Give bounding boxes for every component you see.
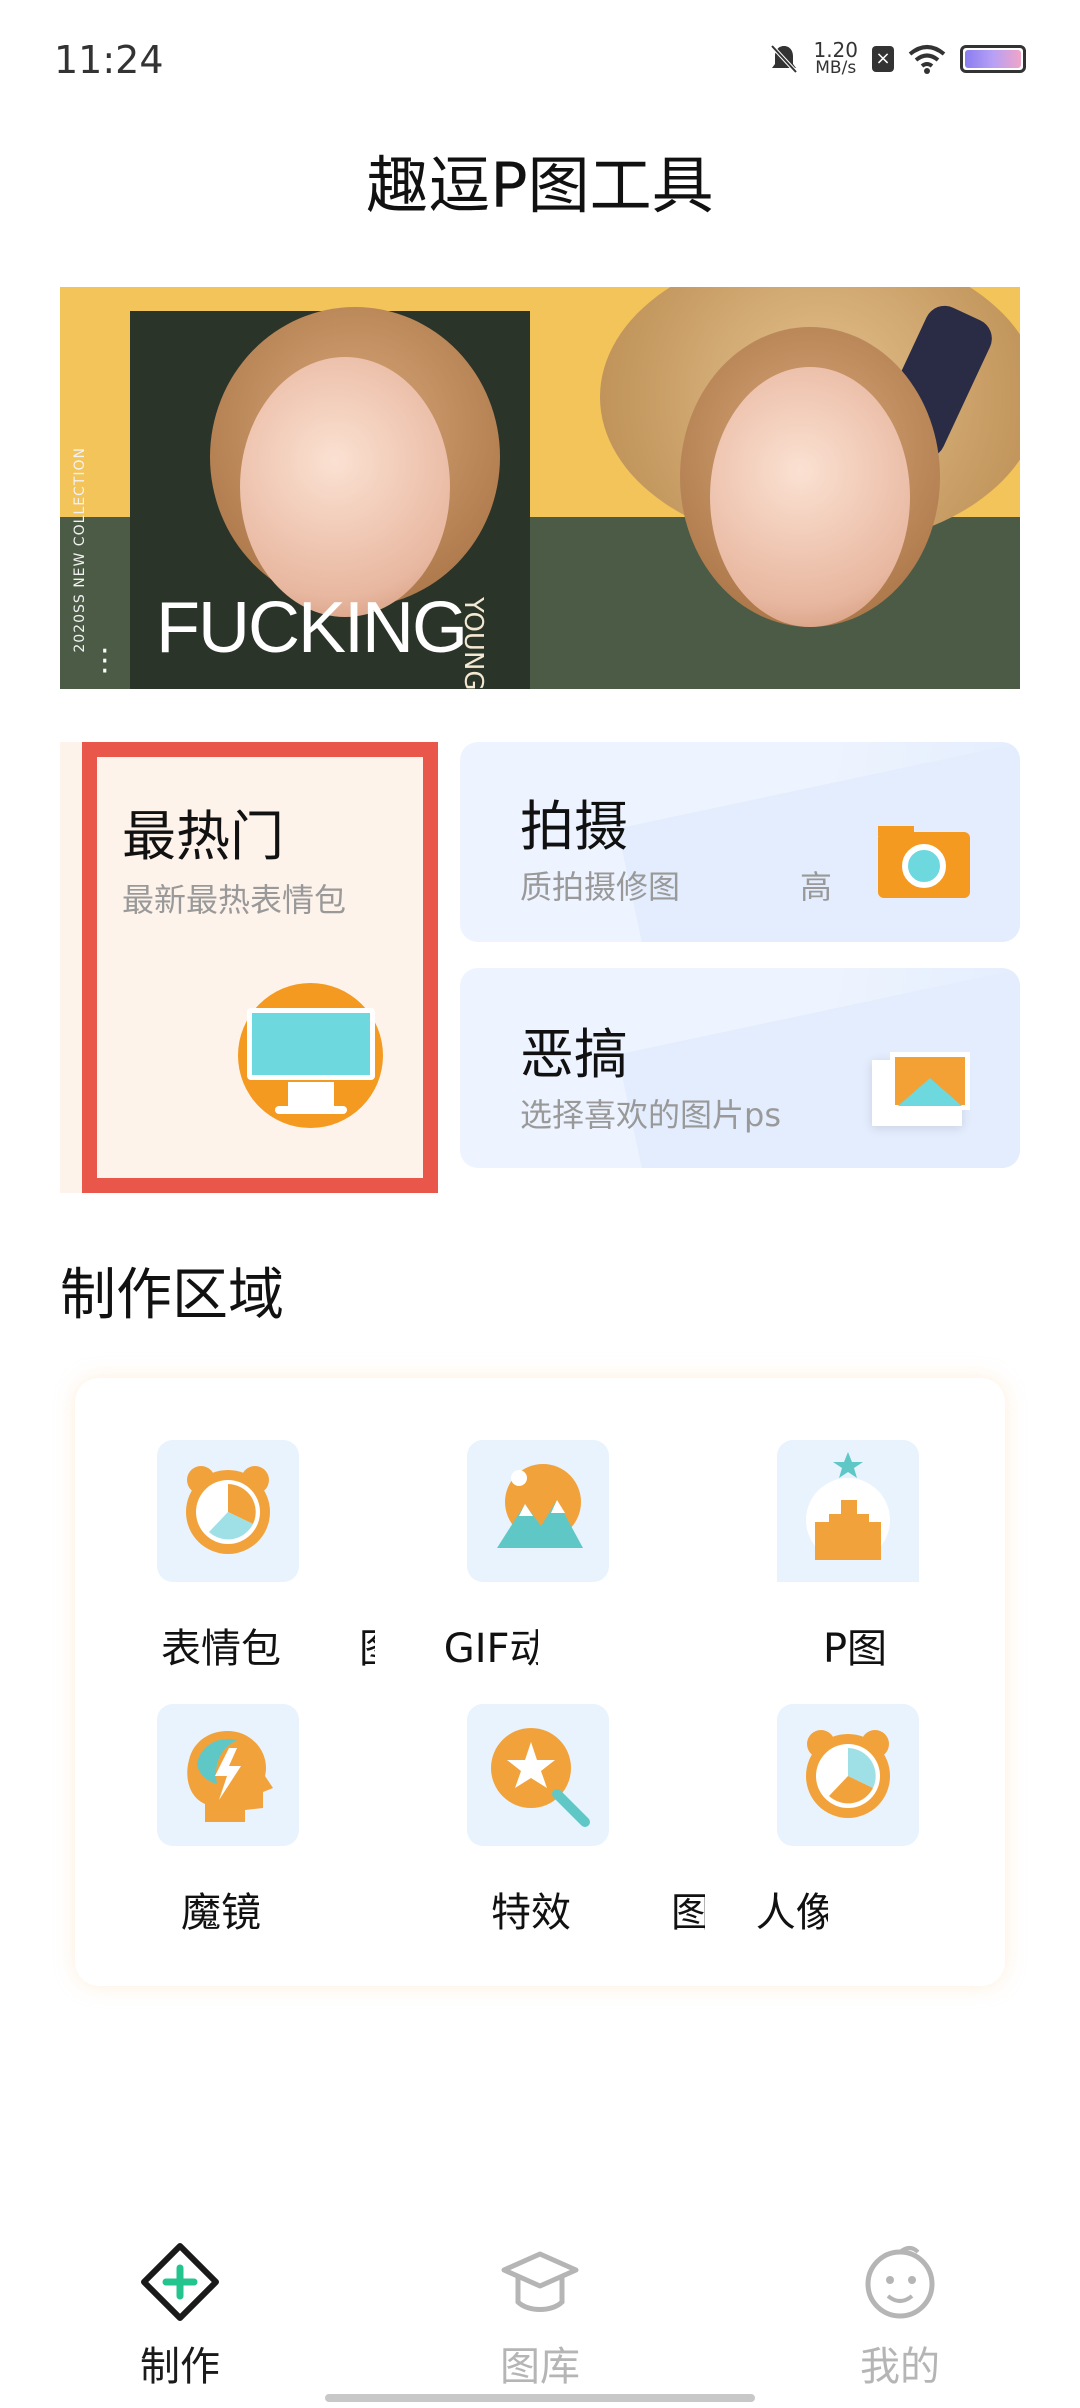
banner-collection-text: 2020SS NEW COLLECTION [72, 447, 88, 653]
bell-mute-icon [770, 44, 798, 73]
tool-p-image[interactable]: P图 [697, 1440, 957, 1680]
network-speed: 1.20 MB/s [813, 40, 858, 77]
network-speed-value: 1.20 [813, 38, 858, 62]
tools-panel: 表情包 图 GIF动 P图 [75, 1378, 1005, 1986]
promo-banner[interactable]: 2020SS NEW COLLECTION FUCKING YOUNG · · · [60, 287, 1020, 689]
network-speed-unit: MB/s [815, 58, 857, 78]
tool-effects[interactable]: 特效 [387, 1704, 647, 1944]
banner-dots-icon: · · · [100, 634, 110, 689]
nav-make[interactable]: 制作 [80, 2240, 280, 2390]
tool-p-image-label: P图 [822, 1626, 888, 1672]
notification-x-icon: × [872, 45, 894, 72]
magic-wand-icon [467, 1704, 609, 1846]
status-time: 11:24 [54, 38, 164, 82]
status-icons: 1.20 MB/s × [769, 40, 1026, 77]
tool-effects-label: 特效 [491, 1890, 571, 1936]
wifi-icon [908, 44, 946, 74]
tool-portrait-label: 人像 [755, 1890, 828, 1936]
shoot-card-title: 拍摄 [520, 795, 628, 858]
section-title: 制作区域 [60, 1263, 284, 1328]
banner-headline: FUCKING [156, 588, 468, 668]
shoot-card-subtitle-extra: 高 [800, 868, 833, 906]
profile-face-icon [865, 2246, 935, 2319]
tool-emoji-label: 表情包 [161, 1626, 281, 1672]
graduation-cap-icon [501, 2251, 579, 2312]
banner-young-text: YOUNG [458, 597, 488, 689]
page-title: 趣逗P图工具 [366, 149, 714, 222]
mountain-sun-icon [467, 1440, 609, 1582]
tool-gif-label-row: 图 GIF动 [359, 1616, 659, 1684]
make-plus-icon [141, 2243, 219, 2321]
tool-portrait[interactable]: 图 人像 [671, 1704, 957, 1944]
castle-icon [777, 1440, 919, 1582]
nav-make-label: 制作 [140, 2344, 220, 2390]
funny-card-subtitle: 选择喜欢的图片ps [520, 1096, 781, 1134]
battery-icon [960, 44, 1026, 73]
nav-gallery-label: 图库 [500, 2344, 580, 2390]
nav-mine-label: 我的 [860, 2344, 940, 2390]
home-indicator[interactable] [325, 2394, 755, 2402]
nav-gallery[interactable]: 图库 [440, 2240, 640, 2390]
bottom-nav: 制作 图库 我的 [0, 2220, 1080, 2408]
shoot-card-subtitle: 质拍摄修图 [520, 868, 681, 906]
nav-mine[interactable]: 我的 [800, 2240, 1000, 2390]
hot-card-highlight [82, 742, 438, 1193]
tool-mirror-label: 魔镜 [181, 1890, 261, 1936]
tool-gif-prefix: 图 [359, 1616, 375, 1674]
tool-portrait-prefix: 图 [671, 1890, 705, 1936]
tool-emoji[interactable]: 表情包 [77, 1440, 337, 1680]
clock-face-icon [157, 1440, 299, 1582]
status-bar: 11:24 1.20 MB/s × [0, 0, 1080, 120]
tool-portrait-label-row: 图 人像 [671, 1880, 971, 1948]
funny-card-title: 恶搞 [520, 1023, 628, 1086]
tool-mirror[interactable]: 魔镜 [77, 1704, 337, 1944]
head-bolt-icon [157, 1704, 299, 1846]
tool-gif[interactable]: 图 GIF动 [359, 1440, 647, 1680]
tool-gif-label: GIF动 [443, 1626, 538, 1672]
alarm-clock-icon [777, 1704, 919, 1846]
